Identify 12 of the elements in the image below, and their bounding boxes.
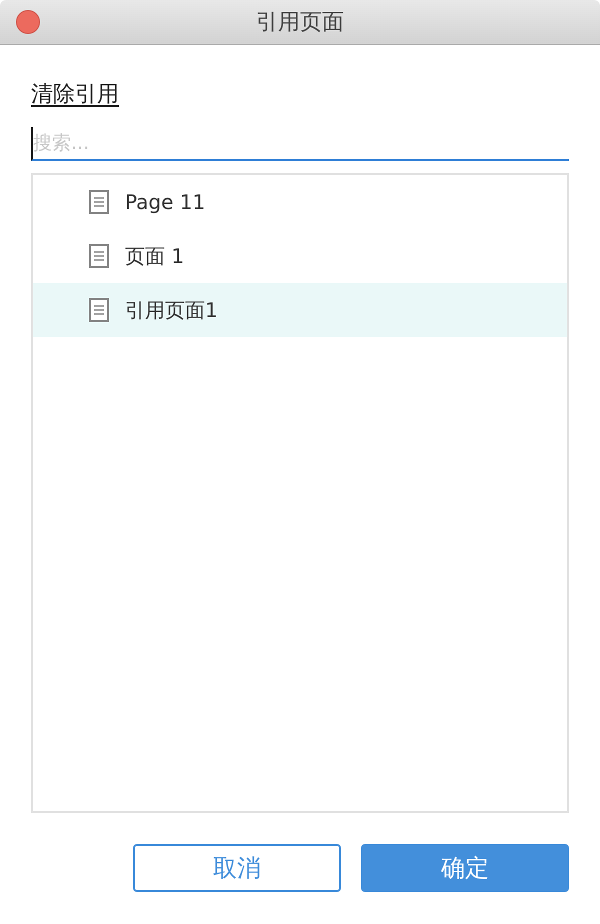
clear-reference-link[interactable]: 清除引用 [31,79,119,109]
document-icon [89,298,109,322]
page-label: Page 11 [125,190,206,214]
page-label: 页面 1 [125,242,184,270]
page-list-item[interactable]: Page 11 [33,175,567,229]
document-icon [89,190,109,214]
page-list-item[interactable]: 引用页面1 [33,283,567,337]
document-icon [89,244,109,268]
close-button[interactable] [16,10,40,34]
page-label: 引用页面1 [125,296,218,324]
page-list-item[interactable]: 页面 1 [33,229,567,283]
window-title: 引用页面 [256,9,344,37]
